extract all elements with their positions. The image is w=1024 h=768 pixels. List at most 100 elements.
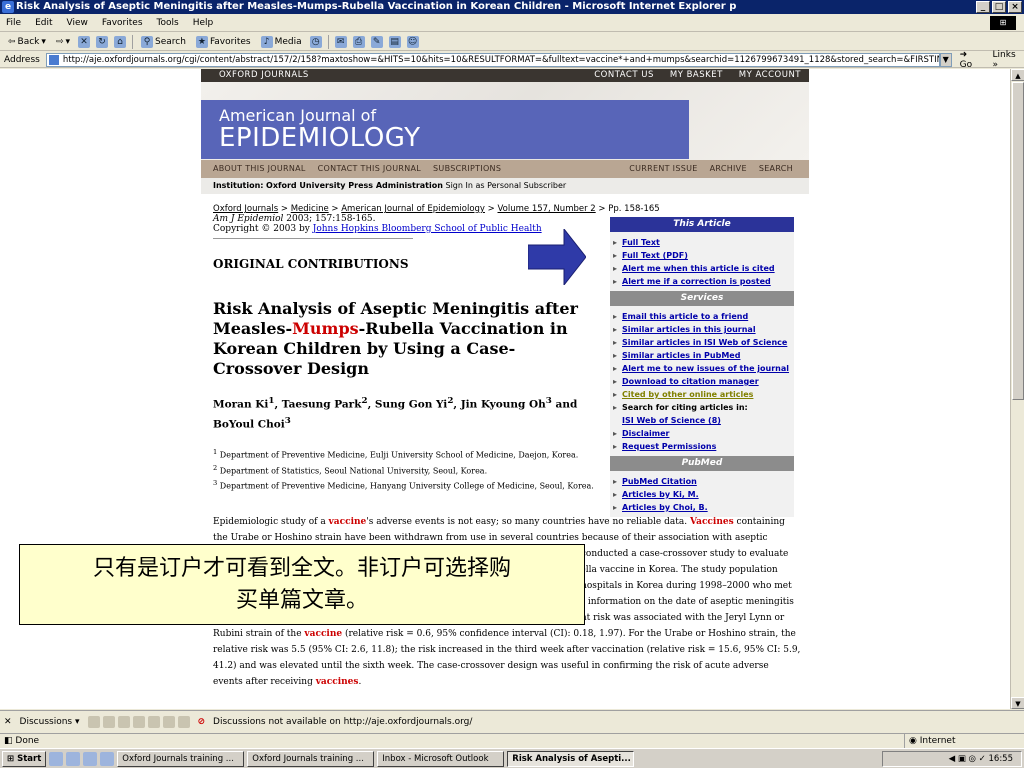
similar-isi-link[interactable]: Similar articles in ISI Web of Science (610, 336, 794, 349)
taskbar-item-oxford-2[interactable]: Oxford Journals training ... (247, 750, 375, 767)
discussions-menu[interactable]: Discussions ▾ (20, 717, 80, 727)
ie-quicklaunch-icon[interactable] (66, 751, 81, 766)
breadcrumb-volume[interactable]: Volume 157, Number 2 (498, 204, 596, 214)
full-text-link[interactable]: Full Text (610, 236, 794, 249)
next-icon[interactable] (162, 715, 175, 728)
breadcrumb-oxford-journals[interactable]: Oxford Journals (213, 204, 278, 214)
search-citing-item: Search for citing articles in: ISI Web o… (610, 401, 794, 427)
alert-correction-link[interactable]: Alert me if a correction is posted (610, 275, 794, 288)
vertical-scrollbar[interactable]: ▲ ▼ (1010, 69, 1024, 709)
similar-journal-link[interactable]: Similar articles in this journal (610, 323, 794, 336)
disclaimer-link[interactable]: Disclaimer (610, 427, 794, 440)
menu-favorites[interactable]: Favorites (102, 14, 143, 31)
search-button[interactable]: ⚲ Search (139, 34, 188, 50)
affiliation-1: 1 Department of Preventive Medicine, Eul… (213, 446, 598, 462)
discuss-icon[interactable]: ▤ (388, 35, 401, 48)
close-discussions-icon[interactable]: ✕ (4, 717, 12, 727)
messenger-icon[interactable]: ☺ (406, 35, 419, 48)
articles-by-choi-link[interactable]: Articles by Choi, B. (610, 501, 794, 514)
scroll-down-icon[interactable]: ▼ (1011, 697, 1024, 709)
nav-archive[interactable]: ARCHIVE (710, 160, 747, 178)
maximize-button[interactable]: □ (992, 1, 1006, 13)
history-icon[interactable]: ◷ (309, 35, 322, 48)
close-button[interactable]: × (1008, 1, 1022, 13)
cited-by-link[interactable]: Cited by other online articles (610, 388, 794, 401)
new-discussion-icon[interactable] (87, 715, 100, 728)
favorites-icon: ★ (195, 35, 208, 48)
nav-contact[interactable]: CONTACT THIS JOURNAL (318, 160, 421, 178)
affiliations: 1 Department of Preventive Medicine, Eul… (213, 446, 598, 493)
my-basket-link[interactable]: MY BASKET (670, 69, 723, 82)
callout-note-line2: 买单篇文章。 (235, 588, 368, 613)
similar-pubmed-link[interactable]: Similar articles in PubMed (610, 349, 794, 362)
show-desktop-icon[interactable] (49, 751, 64, 766)
alert-new-issues-link[interactable]: Alert me to new issues of the journal (610, 362, 794, 375)
oxford-journals-link[interactable]: OXFORD JOURNALS (219, 70, 309, 80)
institution-name: Oxford University Press Administration (266, 181, 443, 190)
taskbar-item-oxford-1[interactable]: Oxford Journals training ... (117, 750, 245, 767)
my-account-link[interactable]: MY ACCOUNT (739, 69, 801, 82)
clock: 16:55 (988, 754, 1014, 764)
scroll-thumb[interactable] (1012, 82, 1024, 400)
menu-bar: File Edit View Favorites Tools Help ⊞ (0, 14, 1024, 32)
breadcrumb-journal[interactable]: American Journal of Epidemiology (341, 204, 485, 214)
back-arrow-icon: ⇦ (8, 36, 16, 47)
alert-cited-link[interactable]: Alert me when this article is cited (610, 262, 794, 275)
nav-search[interactable]: SEARCH (759, 160, 793, 178)
menu-help[interactable]: Help (193, 14, 214, 31)
nav-current-issue[interactable]: CURRENT ISSUE (629, 160, 697, 178)
go-button[interactable]: ➜ Go (960, 50, 983, 70)
menu-view[interactable]: View (67, 14, 88, 31)
isi-citing-link[interactable]: ISI Web of Science (8) (622, 414, 794, 427)
publisher-link[interactable]: Johns Hopkins Bloomberg School of Public… (313, 224, 542, 234)
full-text-pdf-link[interactable]: Full Text (PDF) (610, 249, 794, 262)
print-icon[interactable]: ⎙ (352, 35, 365, 48)
outlook-quicklaunch-icon[interactable] (83, 751, 98, 766)
edit-icon[interactable]: ✎ (370, 35, 383, 48)
breadcrumb-sep: > (331, 204, 339, 214)
quick-launch (49, 751, 115, 766)
nav-subscriptions[interactable]: SUBSCRIPTIONS (433, 160, 501, 178)
menu-file[interactable]: File (6, 14, 21, 31)
article-title: Risk Analysis of Aseptic Meningitis afte… (213, 299, 598, 379)
expand-icon[interactable] (117, 715, 130, 728)
permissions-link[interactable]: Request Permissions (610, 440, 794, 453)
back-button[interactable]: ⇦ Back ▾ (6, 34, 48, 50)
firefox-quicklaunch-icon[interactable] (100, 751, 115, 766)
breadcrumb-medicine[interactable]: Medicine (291, 204, 329, 214)
address-input[interactable]: http://aje.oxfordjournals.org/cgi/conten… (45, 52, 940, 67)
media-button[interactable]: ♪ Media (259, 34, 304, 50)
minimize-button[interactable]: _ (976, 1, 990, 13)
address-dropdown-icon[interactable]: ▼ (939, 52, 952, 67)
tray-icons[interactable]: ◀ ▣ ◎ ✓ (949, 754, 986, 764)
browser-toolbar: ⇦ Back ▾ ⇨ ▾ ✕ ↻ ⌂ ⚲ Search ★ Favorites ♪ Me… (0, 33, 1024, 51)
forward-button[interactable]: ⇨ ▾ (54, 34, 72, 50)
links-button[interactable]: Links » (993, 50, 1024, 70)
institution-bar: Institution: Oxford University Press Adm… (201, 178, 809, 194)
start-label: Start (17, 753, 42, 764)
home-icon[interactable]: ⌂ (114, 35, 127, 48)
stop-icon[interactable]: ✕ (78, 35, 91, 48)
sign-in-link[interactable]: Sign In as Personal Subscriber (445, 181, 566, 190)
email-friend-link[interactable]: Email this article to a friend (610, 310, 794, 323)
scroll-up-icon[interactable]: ▲ (1011, 69, 1024, 81)
citation-manager-link[interactable]: Download to citation manager (610, 375, 794, 388)
journal-logo[interactable]: American Journal of EPIDEMIOLOGY (201, 100, 689, 159)
subscribe-icon[interactable] (177, 715, 190, 728)
collapse-icon[interactable] (132, 715, 145, 728)
articles-by-ki-link[interactable]: Articles by Ki, M. (610, 488, 794, 501)
pubmed-citation-link[interactable]: PubMed Citation (610, 475, 794, 488)
reply-icon[interactable] (102, 715, 115, 728)
favorites-button[interactable]: ★ Favorites (194, 34, 253, 50)
mail-icon[interactable]: ✉ (334, 35, 347, 48)
menu-tools[interactable]: Tools (157, 14, 179, 31)
previous-icon[interactable] (147, 715, 160, 728)
breadcrumb-sep: > (280, 204, 289, 214)
refresh-icon[interactable]: ↻ (96, 35, 109, 48)
start-button[interactable]: ⊞ Start (2, 750, 47, 767)
taskbar-item-outlook[interactable]: Inbox - Microsoft Outlook (377, 750, 505, 767)
taskbar-item-risk-analysis[interactable]: Risk Analysis of Asepti... (507, 750, 635, 767)
contact-us-link[interactable]: CONTACT US (594, 69, 654, 82)
menu-edit[interactable]: Edit (35, 14, 52, 31)
nav-about[interactable]: ABOUT THIS JOURNAL (213, 160, 306, 178)
